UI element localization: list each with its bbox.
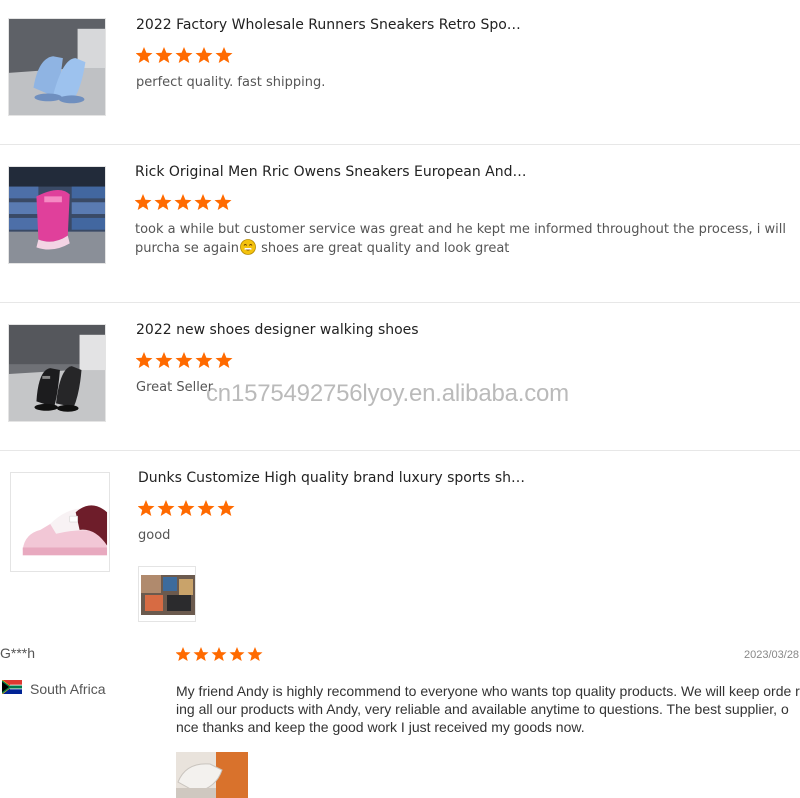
star-icon — [157, 500, 175, 516]
star-icon — [135, 194, 152, 210]
buyer-review-comment: My friend Andy is highly recommend to ev… — [176, 683, 800, 735]
smiling-face-emoji-icon — [240, 239, 256, 261]
star-rating — [138, 500, 238, 520]
review-comment: good — [138, 528, 171, 543]
star-icon — [138, 500, 155, 516]
star-icon — [155, 352, 173, 368]
star-icon — [136, 352, 153, 368]
star-icon — [136, 47, 153, 63]
buyer-name: G***h — [0, 645, 36, 661]
star-icon — [214, 194, 232, 210]
product-thumbnail-pink-sneakers[interactable] — [8, 166, 106, 264]
buyer-review-photo-attachment[interactable] — [176, 752, 248, 798]
star-icon — [215, 352, 233, 368]
star-icon — [217, 500, 235, 516]
buyer-country: South Africa — [1, 679, 106, 697]
review-comment: took a while but customer service was gr… — [135, 221, 795, 261]
star-icon — [176, 647, 191, 661]
store-watermark: cn1575492756lyoy.en.alibaba.com — [206, 380, 569, 407]
divider — [0, 144, 800, 145]
star-rating — [176, 647, 264, 667]
star-icon — [175, 352, 193, 368]
review-comment-part-2: shoes are great quality and look great — [256, 241, 510, 256]
star-icon — [247, 647, 263, 661]
product-thumbnail-blue-sneakers[interactable] — [8, 18, 106, 116]
buyer-country-label: South Africa — [30, 680, 106, 697]
divider — [0, 302, 800, 303]
review-comment: Great Seller — [136, 380, 214, 395]
product-title[interactable]: Dunks Customize High quality brand luxur… — [138, 470, 525, 486]
star-rating — [136, 47, 236, 67]
product-title[interactable]: 2022 new shoes designer walking shoes — [136, 322, 419, 338]
star-icon — [195, 352, 213, 368]
product-title[interactable]: 2022 Factory Wholesale Runners Sneakers … — [136, 17, 521, 33]
product-thumbnail-pink-dunks[interactable] — [10, 472, 110, 572]
star-rating — [135, 194, 235, 214]
star-icon — [229, 647, 245, 661]
star-rating — [136, 352, 236, 372]
review-comment: perfect quality. fast shipping. — [136, 75, 326, 90]
star-icon — [174, 194, 192, 210]
star-icon — [211, 647, 227, 661]
star-icon — [197, 500, 215, 516]
star-icon — [215, 47, 233, 63]
south-africa-flag-icon — [1, 679, 22, 697]
review-date: 2023/03/28 — [744, 649, 800, 661]
star-icon — [193, 647, 209, 661]
star-icon — [195, 47, 213, 63]
star-icon — [155, 47, 173, 63]
product-title[interactable]: Rick Original Men Rric Owens Sneakers Eu… — [135, 164, 527, 180]
divider — [0, 450, 800, 451]
star-icon — [175, 47, 193, 63]
star-icon — [154, 194, 172, 210]
review-photo-attachment[interactable] — [138, 566, 196, 622]
star-icon — [194, 194, 212, 210]
product-thumbnail-black-sneakers[interactable] — [8, 324, 106, 422]
star-icon — [177, 500, 195, 516]
